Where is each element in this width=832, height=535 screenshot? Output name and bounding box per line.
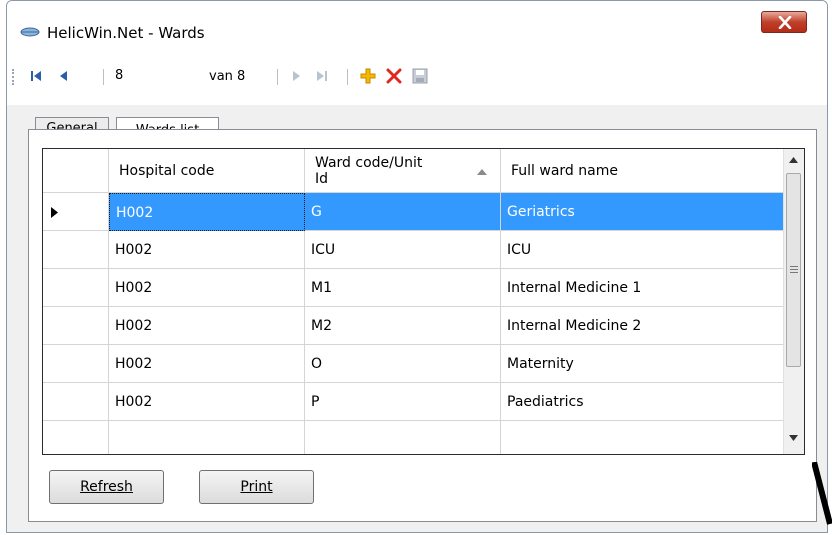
table-cell-empty[interactable]: [305, 421, 501, 454]
table-cell[interactable]: M1: [305, 269, 501, 307]
column-header-ward-code[interactable]: Ward code/Unit Id: [305, 149, 501, 193]
scroll-grip-icon: [790, 266, 798, 273]
scrollbar-thumb[interactable]: [786, 173, 801, 367]
toolbar-separator: [277, 69, 278, 85]
scroll-up-icon[interactable]: [789, 157, 798, 163]
table-cell[interactable]: Paediatrics: [501, 383, 786, 421]
row-header[interactable]: [43, 383, 109, 421]
table-cell[interactable]: H002: [109, 231, 305, 269]
row-header[interactable]: [43, 231, 109, 269]
navigation-toolbar: 8 van 8: [7, 61, 827, 105]
table-cell[interactable]: H002: [109, 193, 305, 231]
toolbar-separator: [347, 69, 348, 85]
close-icon: [778, 16, 792, 29]
table-cell-empty[interactable]: [501, 421, 786, 454]
last-record-icon[interactable]: [313, 67, 331, 85]
toolbar-separator: [103, 69, 104, 85]
row-header[interactable]: [43, 269, 109, 307]
table-cell[interactable]: ICU: [305, 231, 501, 269]
table-cell[interactable]: H002: [109, 269, 305, 307]
column-header-hospital-code[interactable]: Hospital code: [109, 149, 305, 193]
record-count-label: van 8: [209, 69, 246, 84]
scroll-down-icon[interactable]: [789, 435, 798, 441]
table-cell[interactable]: Geriatrics: [501, 193, 786, 231]
row-pointer-icon: [51, 207, 58, 218]
table-cell-empty[interactable]: [109, 421, 305, 454]
next-record-icon[interactable]: [287, 67, 305, 85]
row-header[interactable]: [43, 345, 109, 383]
sort-ascending-icon: [477, 169, 487, 175]
table-cell[interactable]: Internal Medicine 2: [501, 307, 786, 345]
save-icon[interactable]: [411, 67, 429, 85]
print-button-label: Print: [240, 479, 273, 495]
first-record-icon[interactable]: [27, 67, 45, 85]
table-cell[interactable]: G: [305, 193, 501, 231]
row-header[interactable]: [43, 421, 109, 454]
wards-grid[interactable]: Hospital code Ward code/Unit Id Full war…: [42, 148, 805, 455]
table-cell[interactable]: P: [305, 383, 501, 421]
table-cell[interactable]: H002: [109, 383, 305, 421]
print-button[interactable]: Print: [199, 470, 314, 504]
table-cell[interactable]: Internal Medicine 1: [501, 269, 786, 307]
previous-record-icon[interactable]: [55, 67, 73, 85]
column-header-full-ward-name[interactable]: Full ward name: [501, 149, 786, 193]
row-header-corner: [43, 149, 109, 193]
close-button[interactable]: [761, 11, 807, 33]
vertical-scrollbar[interactable]: [783, 149, 804, 454]
table-cell[interactable]: O: [305, 345, 501, 383]
table-cell[interactable]: H002: [109, 345, 305, 383]
column-header-label: Ward code/Unit Id: [315, 155, 423, 187]
resize-arrow-icon: [812, 462, 832, 525]
add-icon[interactable]: [359, 67, 377, 85]
refresh-button-label: Refresh: [80, 479, 133, 495]
wards-window: HelicWin.Net - Wards 8 van 8 Hospital co…: [6, 0, 828, 533]
toolbar-grip[interactable]: [12, 69, 17, 85]
window-title: HelicWin.Net - Wards: [47, 24, 205, 42]
column-header-label: Full ward name: [511, 163, 618, 179]
table-cell[interactable]: Maternity: [501, 345, 786, 383]
row-header[interactable]: [43, 307, 109, 345]
title-bar[interactable]: HelicWin.Net - Wards: [7, 1, 827, 61]
app-icon: [20, 27, 40, 37]
position-input[interactable]: 8: [111, 66, 196, 86]
table-cell[interactable]: M2: [305, 307, 501, 345]
table-cell[interactable]: ICU: [501, 231, 786, 269]
column-header-label: Hospital code: [119, 163, 215, 179]
wards-list-panel: Hospital code Ward code/Unit Id Full war…: [28, 129, 817, 522]
table-cell[interactable]: H002: [109, 307, 305, 345]
delete-icon[interactable]: [385, 67, 403, 85]
row-header[interactable]: [43, 193, 109, 231]
refresh-button[interactable]: Refresh: [49, 470, 164, 504]
